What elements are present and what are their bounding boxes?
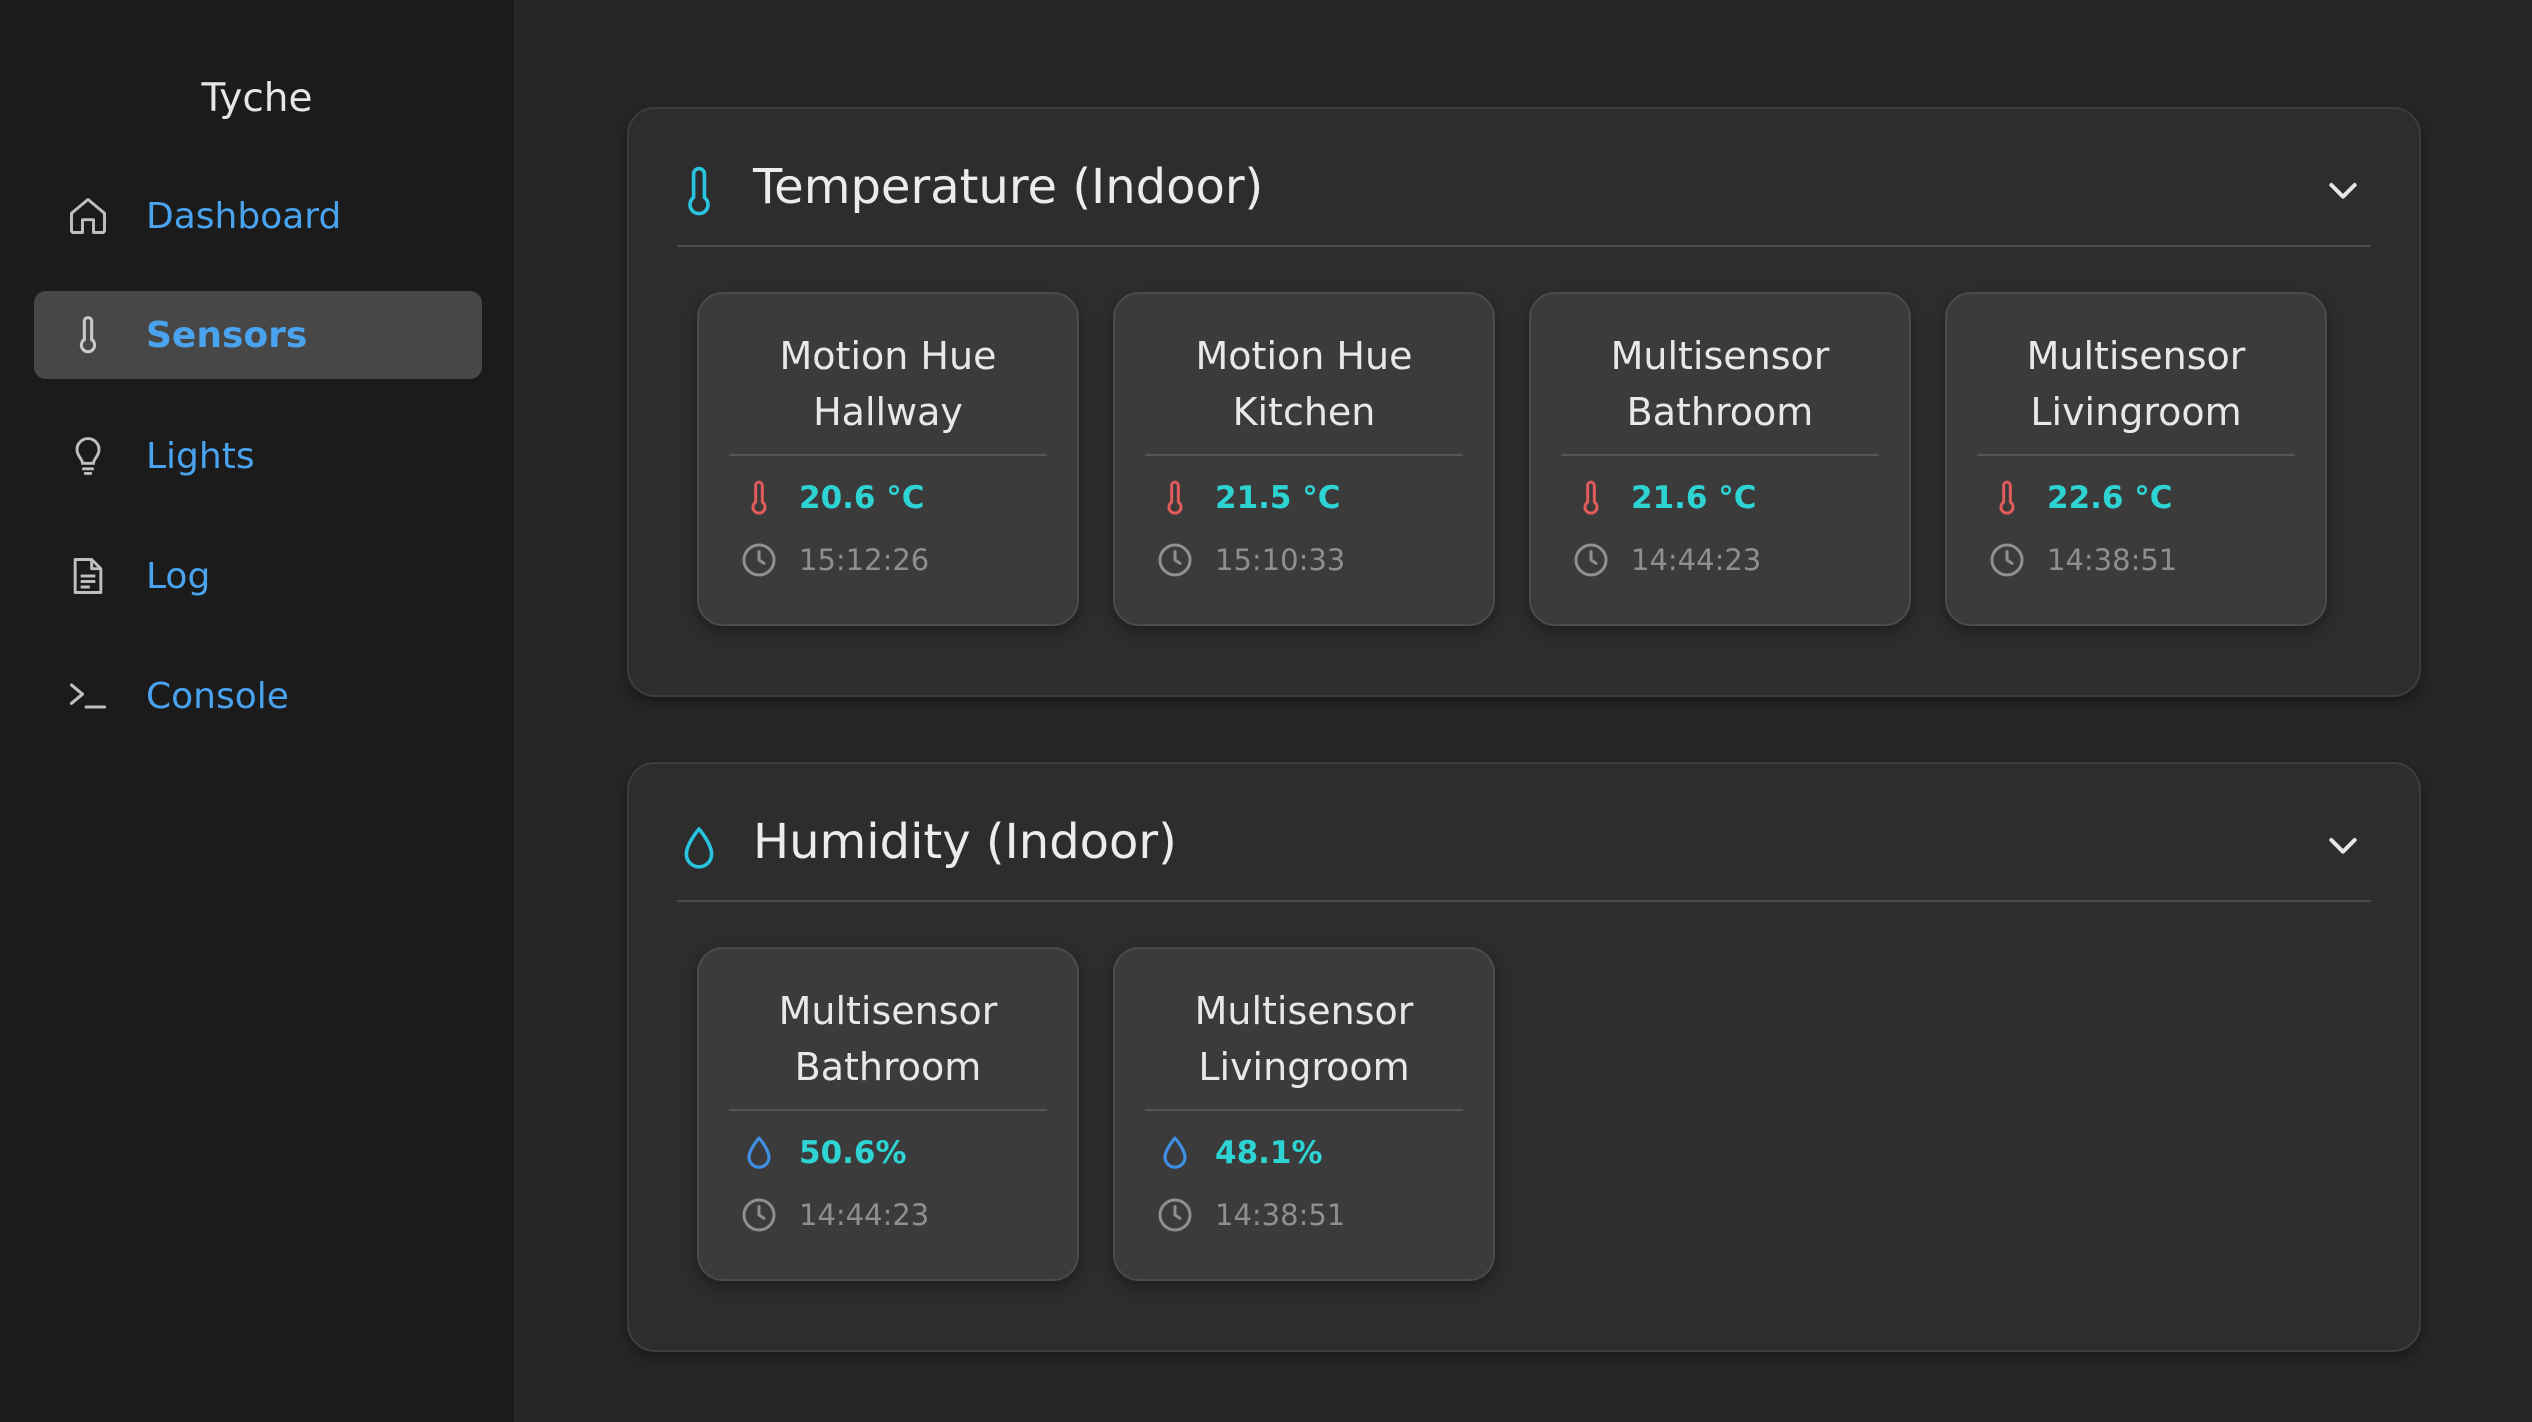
sidebar-item-label: Console xyxy=(146,675,289,717)
lightbulb-icon xyxy=(66,434,110,478)
sensor-timestamp: 14:38:51 xyxy=(1215,1198,1346,1232)
sensor-card[interactable]: Multisensor Livingroom 48.1% 14:38:51 xyxy=(1113,947,1495,1281)
sensor-value: 20.6 °C xyxy=(799,480,925,516)
sensor-value: 21.6 °C xyxy=(1631,480,1757,516)
sidebar-item-lights[interactable]: Lights xyxy=(34,412,482,500)
chevron-down-icon[interactable] xyxy=(2323,830,2363,860)
sidebar-item-label: Lights xyxy=(146,435,255,477)
section-title: Temperature (Indoor) xyxy=(753,159,1264,215)
section-title: Humidity (Indoor) xyxy=(753,814,1177,870)
sensor-name: Multisensor Livingroom xyxy=(1145,983,1463,1111)
clock-icon xyxy=(1155,1195,1195,1235)
app-brand: Tyche xyxy=(201,76,313,121)
app-root: Tyche Dashboard Sensors Lights Log Conso… xyxy=(0,0,2532,1422)
sensor-timestamp: 15:10:33 xyxy=(1215,543,1346,577)
humidity-section: Humidity (Indoor) Multisensor Bathroom 5… xyxy=(627,762,2421,1352)
sensor-value: 22.6 °C xyxy=(2047,480,2173,516)
clock-icon xyxy=(739,540,779,580)
sidebar-item-sensors[interactable]: Sensors xyxy=(34,291,482,379)
droplet-icon xyxy=(1155,1133,1195,1173)
sensor-card[interactable]: Multisensor Bathroom 21.6 °C 14:44:23 xyxy=(1529,292,1911,626)
document-icon xyxy=(66,554,110,598)
sidebar-item-label: Log xyxy=(146,555,211,597)
clock-icon xyxy=(1155,540,1195,580)
thermometer-icon xyxy=(1155,478,1195,518)
sensor-timestamp: 14:44:23 xyxy=(1631,543,1762,577)
thermometer-icon xyxy=(66,313,110,357)
terminal-icon xyxy=(66,674,110,718)
sensor-value: 50.6% xyxy=(799,1135,907,1171)
clock-icon xyxy=(1571,540,1611,580)
sensor-card[interactable]: Multisensor Livingroom 22.6 °C 14:38:51 xyxy=(1945,292,2327,626)
sensor-name: Multisensor Bathroom xyxy=(729,983,1047,1111)
clock-icon xyxy=(1987,540,2027,580)
thermometer-icon xyxy=(1987,478,2027,518)
sensor-timestamp: 14:44:23 xyxy=(799,1198,930,1232)
thermometer-icon xyxy=(679,165,719,219)
sensor-name: Multisensor Bathroom xyxy=(1561,328,1879,456)
sidebar: Tyche Dashboard Sensors Lights Log Conso… xyxy=(0,0,514,1422)
thermometer-icon xyxy=(739,478,779,518)
chevron-down-icon[interactable] xyxy=(2323,175,2363,205)
sidebar-item-console[interactable]: Console xyxy=(34,652,482,740)
sidebar-item-log[interactable]: Log xyxy=(34,532,482,620)
sensor-value: 21.5 °C xyxy=(1215,480,1341,516)
sensor-name: Motion Hue Hallway xyxy=(729,328,1047,456)
thermometer-icon xyxy=(1571,478,1611,518)
section-header[interactable]: Humidity (Indoor) xyxy=(677,806,2371,902)
clock-icon xyxy=(739,1195,779,1235)
sensor-name: Motion Hue Kitchen xyxy=(1145,328,1463,456)
droplet-icon xyxy=(739,1133,779,1173)
sensor-card[interactable]: Motion Hue Hallway 20.6 °C 15:12:26 xyxy=(697,292,1079,626)
sensor-card[interactable]: Motion Hue Kitchen 21.5 °C 15:10:33 xyxy=(1113,292,1495,626)
sidebar-item-label: Dashboard xyxy=(146,195,342,237)
section-header[interactable]: Temperature (Indoor) xyxy=(677,151,2371,247)
home-icon xyxy=(66,194,110,238)
sensor-timestamp: 14:38:51 xyxy=(2047,543,2178,577)
sensor-value: 48.1% xyxy=(1215,1135,1323,1171)
sensor-timestamp: 15:12:26 xyxy=(799,543,930,577)
sensor-card[interactable]: Multisensor Bathroom 50.6% 14:44:23 xyxy=(697,947,1079,1281)
sidebar-item-label: Sensors xyxy=(146,314,308,356)
droplet-icon xyxy=(679,820,719,874)
sidebar-item-dashboard[interactable]: Dashboard xyxy=(34,172,482,260)
temperature-section: Temperature (Indoor) Motion Hue Hallway … xyxy=(627,107,2421,697)
sensor-name: Multisensor Livingroom xyxy=(1977,328,2295,456)
